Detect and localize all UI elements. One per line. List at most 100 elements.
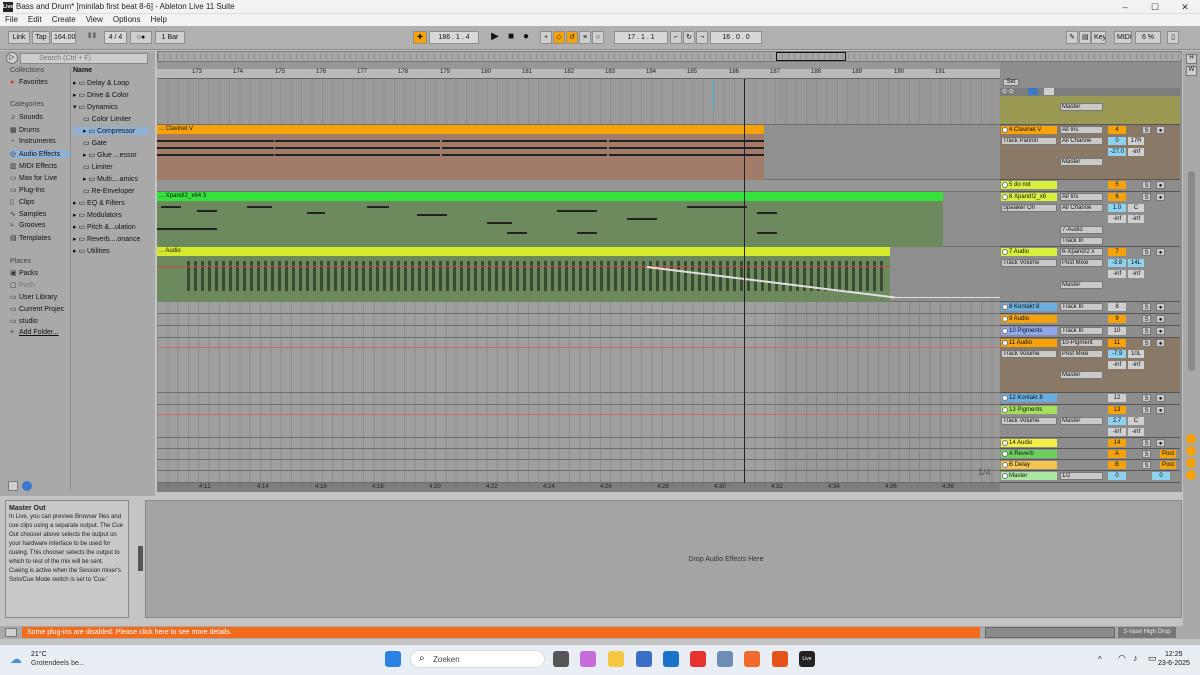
add-folder-link[interactable]: + Add Folder... bbox=[10, 329, 59, 336]
time-ruler[interactable]: 4:12 4:14 4:16 4:18 4:20 4:22 4:24 4:26 … bbox=[157, 483, 1000, 492]
solo-button[interactable]: S bbox=[1142, 126, 1151, 134]
tempo-nudge[interactable]: ‖ ‖ bbox=[80, 31, 104, 44]
loop-length-field[interactable]: 16 . 0 . 0 bbox=[710, 31, 762, 44]
sidebar-item-max-for-live[interactable]: ▭ Max for Live bbox=[10, 174, 57, 182]
arm-button[interactable]: ● bbox=[1156, 315, 1165, 323]
beat-ruler[interactable]: 173 174 175 176 177 178 179 180 181 182 … bbox=[157, 69, 1000, 79]
arrangement-overview[interactable] bbox=[157, 51, 1183, 62]
track-header-kontakt-12[interactable]: 12 Kontakt 8 12 S ● bbox=[1000, 393, 1180, 405]
track-header-do-not[interactable]: 5 do not 5 S ● bbox=[1000, 180, 1180, 192]
track-lane[interactable] bbox=[157, 79, 1000, 125]
track-lane[interactable] bbox=[157, 460, 1000, 471]
track-header-audio-11[interactable]: 11 Audio 10-Pigment Post Mixe Master Tra… bbox=[1000, 338, 1180, 393]
menu-create[interactable]: Create bbox=[47, 14, 81, 24]
list-item[interactable]: ▸ ▭ Delay & Loop bbox=[73, 79, 129, 87]
pan-field[interactable]: 0 bbox=[1152, 472, 1170, 480]
list-item[interactable]: ▸ ▭ EQ & Filters bbox=[73, 199, 125, 207]
track-name[interactable]: 13 Pigments bbox=[1001, 406, 1057, 414]
track-activator[interactable]: 12 bbox=[1108, 394, 1126, 402]
track-lane[interactable] bbox=[157, 338, 1000, 393]
taskbar-search[interactable]: ⌕ Zoeken bbox=[410, 650, 545, 668]
quantize-menu[interactable]: 1 Bar bbox=[155, 31, 185, 44]
output-select[interactable]: Master bbox=[1060, 417, 1103, 425]
browser-toggle-icon[interactable]: ▷ bbox=[6, 52, 18, 64]
arm-button[interactable]: ● bbox=[1156, 406, 1165, 414]
solo-button[interactable]: S bbox=[1142, 461, 1151, 469]
play-icon[interactable]: ▶ bbox=[488, 31, 502, 44]
input-type-select[interactable]: 10-Pigment bbox=[1060, 339, 1103, 347]
menu-options[interactable]: Options bbox=[108, 14, 146, 24]
pan-field[interactable]: 10L bbox=[1128, 350, 1144, 358]
close-button[interactable]: ✕ bbox=[1170, 0, 1200, 14]
sidebar-item-drums[interactable]: ▦ Drums bbox=[10, 126, 40, 134]
set-button[interactable]: Set bbox=[1003, 79, 1019, 86]
input-channel-select[interactable]: All Channe bbox=[1060, 137, 1103, 145]
list-item[interactable]: ▭ Gate bbox=[73, 139, 107, 147]
sidebar-item-sounds[interactable]: ♫ Sounds bbox=[10, 114, 43, 121]
send-field[interactable]: -inf bbox=[1108, 215, 1126, 223]
track-activator[interactable]: 9 bbox=[1108, 315, 1126, 323]
list-item[interactable]: ▸ ▭ Utilities bbox=[73, 247, 110, 255]
track-lane[interactable] bbox=[157, 302, 1000, 314]
menu-edit[interactable]: Edit bbox=[23, 14, 47, 24]
list-item[interactable]: ▭ Re-Enveloper bbox=[73, 187, 134, 195]
arrangement-position[interactable]: 186 . 1 . 4 bbox=[429, 31, 479, 44]
track-header[interactable]: Master bbox=[1000, 96, 1180, 125]
track-lane[interactable] bbox=[157, 405, 1000, 438]
loop-switch[interactable]: ↻ bbox=[683, 31, 695, 44]
track-name[interactable]: 11 Audio bbox=[1001, 339, 1057, 347]
sidebar-item-plug-ins[interactable]: ▭ Plug-Ins bbox=[10, 186, 45, 194]
arm-button[interactable]: ● bbox=[1156, 327, 1165, 335]
track-header-audio[interactable]: 7 Audio 6-Xpand!2 x Post Mixe Master Tra… bbox=[1000, 247, 1180, 302]
key-map-icon[interactable]: ▤ bbox=[1079, 31, 1091, 44]
volume-field[interactable]: -3.8 bbox=[1108, 259, 1126, 267]
clip-xpand[interactable]: ... Xpand!2_x64 3 bbox=[157, 192, 943, 247]
track-name[interactable]: 7 Audio bbox=[1001, 248, 1057, 256]
pan-field[interactable]: C bbox=[1128, 417, 1144, 425]
weather-temp[interactable]: 21°C bbox=[31, 651, 47, 658]
device-view[interactable]: Drop Audio Effects Here bbox=[138, 500, 1182, 618]
sidebar-item-current-project[interactable]: ▭ Current Projec bbox=[10, 305, 64, 313]
clip-clavinet[interactable]: ... Clavinet V bbox=[157, 125, 764, 180]
send-b-field[interactable]: -inf bbox=[1128, 428, 1144, 436]
volume-field[interactable]: 1.0 bbox=[1108, 204, 1126, 212]
windows-start-icon[interactable] bbox=[385, 651, 401, 667]
track-name[interactable]: 9 Audio bbox=[1001, 315, 1057, 323]
track-header-kontakt[interactable]: 8 Kontakt 8 Track In 8 S ● bbox=[1000, 302, 1180, 314]
volume-field[interactable]: 2.7 bbox=[1108, 417, 1126, 425]
track-lane[interactable] bbox=[157, 471, 1000, 483]
track-name[interactable]: A Reverb bbox=[1001, 450, 1057, 458]
return-track-b[interactable]: B Delay B S Post bbox=[1000, 460, 1180, 471]
search-input[interactable]: Search (Ctrl + F) bbox=[20, 53, 148, 64]
track-activator[interactable]: 14 bbox=[1108, 439, 1126, 447]
firefox-icon[interactable] bbox=[744, 651, 760, 667]
ableton-live-icon[interactable]: Live bbox=[799, 651, 815, 667]
output-select[interactable]: Master bbox=[1060, 371, 1103, 379]
overview-view-box[interactable] bbox=[776, 52, 846, 61]
track-lane[interactable] bbox=[157, 180, 1000, 192]
arm-button[interactable]: ● bbox=[1156, 339, 1165, 347]
weather-icon[interactable]: ☁ bbox=[10, 652, 28, 666]
send-b-field[interactable]: -inf bbox=[1128, 270, 1144, 278]
solo-button[interactable]: S bbox=[1142, 248, 1151, 256]
task-view-icon[interactable] bbox=[553, 651, 569, 667]
input-channel-select[interactable]: Post Mixe bbox=[1060, 350, 1103, 358]
tempo-field[interactable]: 164.00 bbox=[51, 31, 76, 44]
tray-chevron-icon[interactable]: ^ bbox=[1098, 655, 1102, 664]
midi-map-button[interactable]: MIDI bbox=[1114, 31, 1132, 44]
start-marker[interactable] bbox=[713, 79, 714, 109]
menu-help[interactable]: Help bbox=[145, 14, 171, 24]
list-item[interactable]: ▭ Color Limiter bbox=[73, 115, 131, 123]
session-record-button[interactable]: ○ bbox=[592, 31, 604, 44]
minimize-button[interactable]: – bbox=[1110, 0, 1140, 14]
draw-envelope-icon[interactable] bbox=[1028, 88, 1038, 95]
loop-start-field[interactable]: 17 . 1 . 1 bbox=[614, 31, 668, 44]
sidebar-item-packs[interactable]: ▣ Packs bbox=[10, 269, 38, 277]
track-lane[interactable] bbox=[157, 393, 1000, 405]
track-io-toggle[interactable] bbox=[1044, 88, 1054, 95]
automation-lock-icon[interactable] bbox=[1186, 434, 1196, 444]
solo-button[interactable]: S bbox=[1142, 193, 1151, 201]
solo-button[interactable]: S bbox=[1142, 406, 1151, 414]
send-b-field[interactable]: -inf bbox=[1128, 361, 1144, 369]
track-header-pigments[interactable]: 10 Pigments Track In 10 S ● bbox=[1000, 326, 1180, 338]
